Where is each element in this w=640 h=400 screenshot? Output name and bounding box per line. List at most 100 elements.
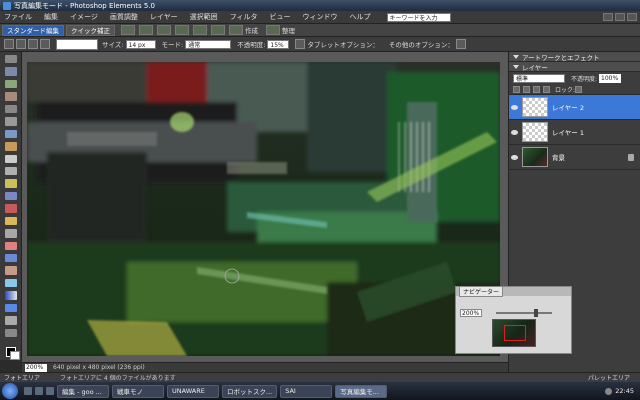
- marquee-tool-icon[interactable]: [4, 104, 17, 114]
- brush-tool-icon[interactable]: [4, 39, 14, 49]
- menu-image[interactable]: イメージ: [70, 12, 98, 22]
- undo-icon[interactable]: [193, 25, 207, 35]
- layer-row-layer-2[interactable]: レイヤー 2: [509, 95, 640, 120]
- quicklaunch-icon-1[interactable]: [24, 387, 32, 395]
- lock-transparent-icon[interactable]: [543, 85, 550, 93]
- eyedropper-tool-icon[interactable]: [4, 92, 17, 101]
- layer-row-layer-1[interactable]: レイヤー 1: [509, 120, 640, 145]
- share-icon[interactable]: [175, 25, 189, 35]
- menu-view[interactable]: ビュー: [270, 12, 291, 22]
- other-options-button[interactable]: その他のオプション：: [389, 39, 454, 49]
- minimize-button[interactable]: [603, 13, 613, 21]
- mode-select[interactable]: 通常: [185, 39, 232, 49]
- cookie-cutter-tool-icon[interactable]: [4, 179, 17, 188]
- tray-icon[interactable]: [605, 387, 613, 395]
- tab-standard-edit[interactable]: スタンダード編集: [2, 24, 64, 36]
- menu-enhance[interactable]: 画質調整: [110, 12, 138, 22]
- clock[interactable]: 22:45: [615, 387, 634, 395]
- navigator-header[interactable]: ナビゲーター: [456, 286, 571, 297]
- taskbar-button-photo-edit[interactable]: 写真編集モ...: [335, 384, 388, 398]
- crop-tool-icon[interactable]: [4, 166, 17, 176]
- taskbar-button-tank[interactable]: 戦車モノ: [112, 384, 164, 398]
- menu-filter[interactable]: フィルタ: [230, 12, 258, 22]
- tablet-options-button[interactable]: タブレットオプション：: [307, 39, 379, 49]
- photo-bin-label[interactable]: フォトエリア: [4, 373, 40, 382]
- clone-stamp-tool-icon[interactable]: [4, 229, 17, 238]
- create-icon[interactable]: [229, 25, 243, 35]
- navigator-slider-handle[interactable]: [534, 309, 538, 317]
- taskbar-button-robot[interactable]: ロボットスク...: [222, 384, 278, 398]
- save-icon[interactable]: [139, 25, 153, 35]
- new-layer-icon[interactable]: [513, 85, 520, 93]
- brush-options-icon[interactable]: [455, 39, 466, 49]
- close-button[interactable]: [627, 13, 637, 21]
- artwork-effects-panel-header[interactable]: アートワークとエフェクト: [509, 52, 640, 62]
- opacity-field[interactable]: 15%: [267, 39, 290, 49]
- lock-all-icon[interactable]: [575, 85, 583, 93]
- eraser-tool-icon[interactable]: [4, 241, 17, 250]
- redo-icon[interactable]: [211, 25, 225, 35]
- taskbar-button-sai[interactable]: SAI: [280, 384, 333, 398]
- quicklaunch-icon-2[interactable]: [35, 387, 43, 395]
- background-color-swatch[interactable]: [9, 350, 20, 361]
- visibility-eye-icon[interactable]: [511, 129, 518, 135]
- layer-name: 背景: [552, 154, 565, 162]
- menu-window[interactable]: ウィンドウ: [303, 12, 338, 22]
- create-button[interactable]: 作成: [245, 25, 258, 35]
- shape-tool-icon[interactable]: [4, 303, 17, 313]
- layer-row-background[interactable]: 背景: [509, 145, 640, 170]
- move-tool-icon[interactable]: [4, 55, 17, 64]
- blur-tool-icon[interactable]: [4, 316, 17, 325]
- smudge-tool-icon[interactable]: [4, 266, 17, 275]
- navigator-zoom-slider[interactable]: [496, 312, 552, 314]
- size-field[interactable]: 14 px: [125, 39, 156, 49]
- status-zoom-field[interactable]: 200%: [25, 363, 47, 372]
- taskbar-button-unaware[interactable]: UNAWARE: [167, 384, 219, 398]
- palette-bin-toggle[interactable]: パレットエリア: [588, 373, 630, 382]
- layer-opacity-field[interactable]: 100%: [599, 73, 622, 83]
- hand-tool-icon[interactable]: [4, 79, 17, 89]
- paint-bucket-tool-icon[interactable]: [4, 278, 17, 288]
- menu-help[interactable]: ヘルプ: [350, 12, 371, 22]
- type-tool-icon[interactable]: [4, 154, 17, 163]
- sponge-tool-icon[interactable]: [4, 328, 17, 338]
- print-icon[interactable]: [157, 25, 171, 35]
- red-eye-tool-icon[interactable]: [4, 204, 17, 213]
- airbrush-icon[interactable]: [295, 39, 306, 49]
- menu-layer[interactable]: レイヤー: [150, 12, 178, 22]
- brush-variant-2-icon[interactable]: [28, 39, 38, 49]
- adjustment-layer-icon[interactable]: [523, 85, 530, 93]
- organize-button[interactable]: 整理: [282, 25, 295, 35]
- brush-variant-1-icon[interactable]: [16, 39, 26, 49]
- brush-tool-selected-icon[interactable]: [4, 254, 17, 263]
- quicklaunch-icon-3[interactable]: [46, 387, 54, 395]
- navigator-view-frame[interactable]: [504, 325, 526, 341]
- layers-panel-header[interactable]: レイヤー: [509, 62, 640, 72]
- brush-variant-3-icon[interactable]: [40, 39, 50, 49]
- navigator-zoom-field[interactable]: 200%: [460, 309, 482, 317]
- selection-brush-tool-icon[interactable]: [4, 142, 17, 151]
- gradient-tool-icon[interactable]: [4, 291, 17, 300]
- taskbar-button-goo[interactable]: 編集 - goo ...: [57, 384, 109, 398]
- maximize-button[interactable]: [615, 13, 625, 21]
- organize-icon[interactable]: [266, 25, 280, 35]
- healing-brush-tool-icon[interactable]: [4, 216, 17, 226]
- blend-mode-select[interactable]: 標準: [513, 73, 565, 83]
- menu-file[interactable]: ファイル: [4, 12, 32, 22]
- magic-wand-tool-icon[interactable]: [4, 129, 17, 139]
- keyword-search-input[interactable]: キーワードを入力: [386, 12, 451, 22]
- visibility-eye-icon[interactable]: [511, 104, 518, 110]
- start-button[interactable]: [2, 383, 18, 399]
- delete-layer-icon[interactable]: [533, 85, 540, 93]
- tab-quick-fix[interactable]: クイック補正: [66, 24, 115, 36]
- navigator-tab[interactable]: ナビゲーター: [459, 286, 504, 297]
- zoom-tool-icon[interactable]: [4, 67, 17, 76]
- visibility-eye-icon[interactable]: [511, 154, 518, 160]
- lasso-tool-icon[interactable]: [4, 117, 17, 126]
- menu-select[interactable]: 選択範囲: [190, 12, 218, 22]
- image-canvas[interactable]: [27, 62, 500, 356]
- brush-preset-picker[interactable]: [56, 38, 98, 50]
- new-file-icon[interactable]: [121, 25, 135, 35]
- menu-edit[interactable]: 編集: [44, 12, 58, 22]
- straighten-tool-icon[interactable]: [4, 191, 17, 201]
